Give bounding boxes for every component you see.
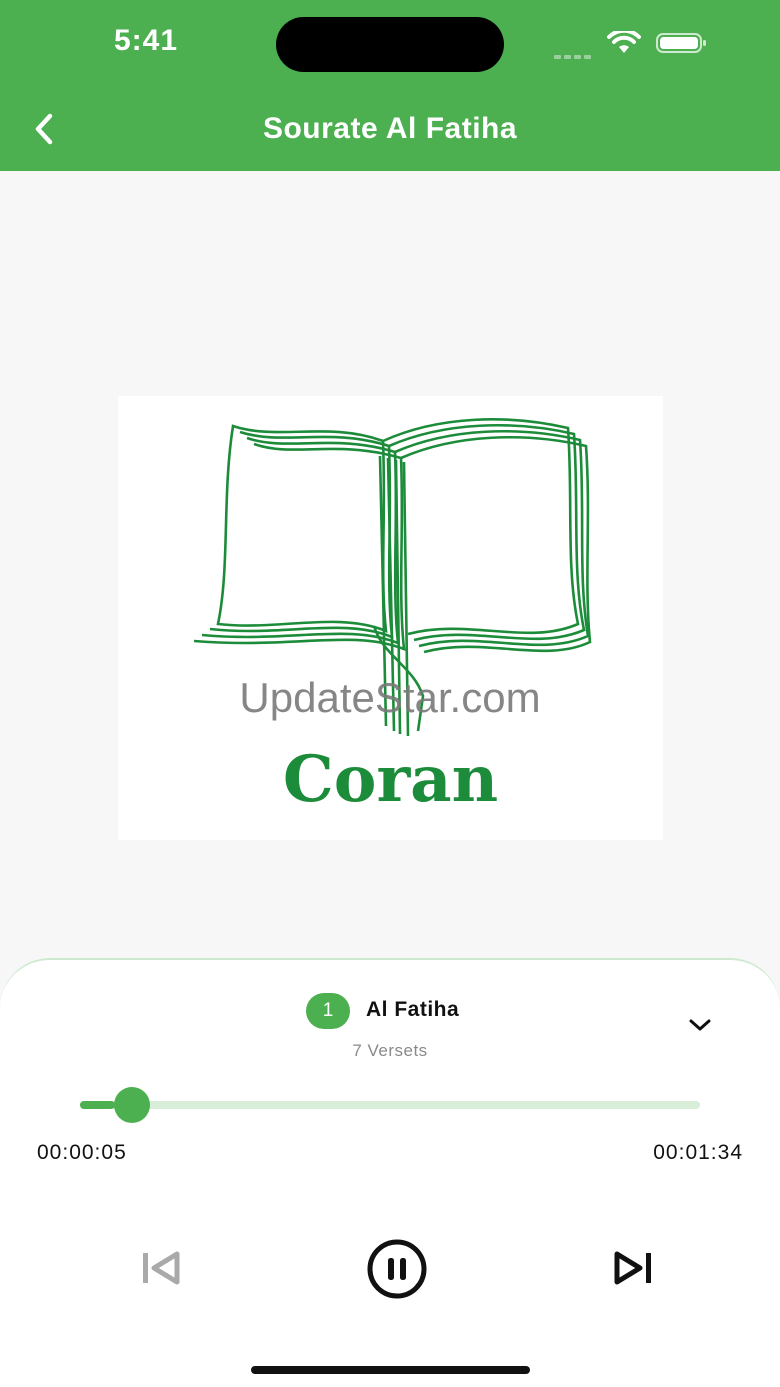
skip-next-icon[interactable] bbox=[612, 1250, 654, 1286]
elapsed-time: 00:00:05 bbox=[37, 1141, 127, 1164]
pause-circle-icon[interactable] bbox=[366, 1238, 428, 1300]
logo-text: Coran bbox=[282, 742, 499, 817]
progress-slider[interactable] bbox=[80, 1087, 700, 1123]
dynamic-island bbox=[276, 17, 504, 72]
progress-fill bbox=[80, 1101, 116, 1109]
total-duration: 00:01:34 bbox=[653, 1141, 743, 1164]
battery-icon bbox=[656, 33, 706, 53]
wifi-icon bbox=[607, 31, 641, 53]
watermark-text: UpdateStar.com bbox=[239, 674, 541, 721]
surah-number-badge: 1 bbox=[306, 993, 350, 1029]
chevron-down-icon[interactable] bbox=[688, 1015, 712, 1035]
cellular-signal-icon bbox=[554, 46, 594, 64]
home-indicator bbox=[251, 1366, 530, 1374]
surah-name: Al Fatiha bbox=[366, 998, 460, 1021]
app-header: 5:41 Sourate Al Fatiha bbox=[0, 0, 780, 171]
page-title: Sourate Al Fatiha bbox=[262, 112, 518, 145]
status-time: 5:41 bbox=[114, 24, 179, 57]
verse-count: 7 Versets bbox=[352, 1041, 428, 1060]
skip-previous-icon[interactable] bbox=[140, 1250, 182, 1286]
player-sheet bbox=[0, 958, 780, 1387]
